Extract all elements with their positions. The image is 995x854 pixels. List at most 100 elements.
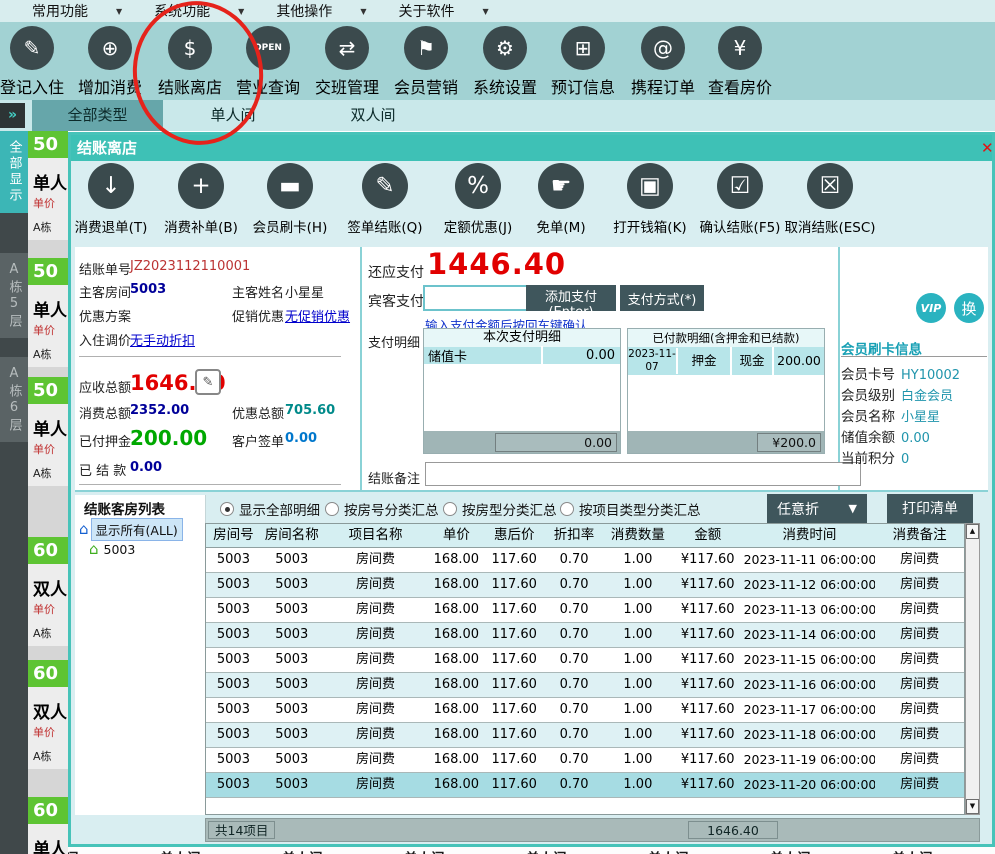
- table-row[interactable]: 50035003房间费168.00117.600.701.00¥117.6020…: [206, 673, 964, 698]
- dialog-toolbar-button-8[interactable]: ☒取消结账(ESC): [775, 163, 885, 236]
- room-list-title: 结账客房列表: [84, 498, 165, 518]
- toolbar-item-2[interactable]: $结账离店: [151, 26, 229, 98]
- table-cell: 5003: [261, 698, 323, 722]
- table-header-cell[interactable]: 惠后价: [484, 524, 544, 547]
- room-card-5[interactable]: 60单人间: [28, 797, 68, 854]
- table-cell: 0.70: [544, 773, 604, 797]
- table-cell: 5003: [261, 673, 323, 697]
- table-cell: 2023-11-12 06:00:00: [744, 573, 876, 597]
- edit-receivable-icon[interactable]: ✎: [195, 369, 221, 395]
- table-row[interactable]: 50035003房间费168.00117.600.701.00¥117.6020…: [206, 748, 964, 773]
- toolbar-item-9[interactable]: ¥查看房价: [701, 26, 779, 98]
- filter-radio-0[interactable]: 显示全部明细: [220, 499, 320, 519]
- room-list-item-room[interactable]: ⌂ 5003: [89, 542, 135, 557]
- room-card-2[interactable]: 50单人单价A栋: [28, 377, 68, 486]
- remark-label: 结账备注: [368, 468, 420, 487]
- table-row[interactable]: 50035003房间费168.00117.600.701.00¥117.6020…: [206, 573, 964, 598]
- room-card-4[interactable]: 60双人单价A栋: [28, 660, 68, 769]
- table-cell: ¥117.60: [672, 548, 744, 572]
- table-cell: 117.60: [484, 773, 544, 797]
- table-header-cell[interactable]: 消费数量: [604, 524, 672, 547]
- close-icon[interactable]: ✕: [981, 135, 994, 161]
- filter-radio-2[interactable]: 按房型分类汇总: [443, 499, 557, 519]
- sidebar-expand-button[interactable]: »: [0, 103, 25, 128]
- radio-icon: [443, 502, 457, 516]
- table-cell: 5003: [261, 748, 323, 772]
- member-row-label: 会员级别: [841, 388, 895, 404]
- filter-radio-3[interactable]: 按项目类型分类汇总: [560, 499, 701, 519]
- background-room-tile-label: 单人间: [892, 847, 933, 854]
- add-payment-button[interactable]: 添加支付(Enter): [526, 285, 616, 311]
- scroll-up-icon[interactable]: ▲: [966, 524, 979, 539]
- toolbar-item-0[interactable]: ✎登记入住: [0, 26, 71, 98]
- paid-method: 现金: [732, 347, 774, 375]
- consume-total-value: 2352.00: [130, 403, 189, 418]
- tab-1[interactable]: 单人间: [163, 100, 303, 131]
- deposit-value: 200.00: [130, 426, 207, 450]
- table-scrollbar[interactable]: ▲ ▼: [965, 523, 980, 815]
- promo-link[interactable]: 无促销优惠: [285, 306, 350, 325]
- guest-pay-input[interactable]: [423, 285, 529, 311]
- swap-member-badge[interactable]: 换: [954, 293, 984, 323]
- sidebar-item-2[interactable]: A栋6层: [0, 357, 28, 442]
- table-cell: 168.00: [428, 648, 484, 672]
- menu-item-1[interactable]: 系统功能▼: [154, 1, 244, 21]
- table-cell: 2023-11-16 06:00:00: [744, 673, 876, 697]
- toolbar-item-6[interactable]: ⚙系统设置: [466, 26, 544, 98]
- tab-0[interactable]: 全部类型: [32, 100, 163, 131]
- dialog-toolbar-button-2[interactable]: ▬会员刷卡(H): [235, 163, 345, 236]
- current-payment-row[interactable]: 储值卡 0.00: [424, 347, 620, 364]
- toolbar-item-5[interactable]: ⚑会员营销: [387, 26, 465, 98]
- price-adjust-link[interactable]: 无手动折扣: [130, 330, 195, 349]
- table-header-cell[interactable]: 房间名称: [261, 524, 323, 547]
- table-header-cell[interactable]: 消费备注: [875, 524, 964, 547]
- filter-radio-1[interactable]: 按房号分类汇总: [325, 499, 439, 519]
- table-row[interactable]: 50035003房间费168.00117.600.701.00¥117.6020…: [206, 548, 964, 573]
- table-cell: 1.00: [604, 598, 672, 622]
- print-list-button[interactable]: 打印清单: [887, 494, 973, 523]
- table-cell: 房间费: [875, 673, 964, 697]
- toolbar-item-8[interactable]: @携程订单: [624, 26, 702, 98]
- table-header-cell[interactable]: 项目名称: [323, 524, 429, 547]
- member-row-label: 储值余额: [841, 430, 895, 446]
- table-row[interactable]: 50035003房间费168.00117.600.701.00¥117.6020…: [206, 648, 964, 673]
- checkout-dialog: 结账离店 ✕ ↓消费退单(T)+消费补单(B)▬会员刷卡(H)✎签单结账(Q)%…: [68, 132, 995, 847]
- tab-2[interactable]: 双人间: [303, 100, 443, 131]
- scroll-down-icon[interactable]: ▼: [966, 799, 979, 814]
- menu-item-0[interactable]: 常用功能▼: [32, 1, 122, 21]
- checkout-remark-input[interactable]: [425, 462, 861, 486]
- table-header-cell[interactable]: 折扣率: [544, 524, 604, 547]
- table-header-cell[interactable]: 消费时间: [744, 524, 876, 547]
- menu-item-2[interactable]: 其他操作▼: [276, 1, 366, 21]
- table-row[interactable]: 50035003房间费168.00117.600.701.00¥117.6020…: [206, 773, 964, 798]
- cash-drawer-icon: ▣: [627, 163, 673, 209]
- room-list-room-label: 5003: [104, 542, 136, 557]
- paid-detail-row[interactable]: 2023-11-07 押金 现金 200.00: [628, 347, 824, 375]
- table-row[interactable]: 50035003房间费168.00117.600.701.00¥117.6020…: [206, 723, 964, 748]
- room-card-1[interactable]: 50单人单价A栋: [28, 258, 68, 367]
- vip-badge[interactable]: VIP: [916, 293, 946, 323]
- room-list-item-all[interactable]: ⌂ 显示所有(ALL): [79, 518, 183, 541]
- toolbar-item-4[interactable]: ⇄交班管理: [308, 26, 386, 98]
- table-header-cell[interactable]: 房间号: [206, 524, 261, 547]
- table-cell: 5003: [261, 773, 323, 797]
- room-card-3[interactable]: 60双人单价A栋: [28, 537, 68, 646]
- panel-empty-area: [628, 375, 824, 431]
- sidebar-item-1[interactable]: A栋5层: [0, 253, 28, 338]
- room-card-building: A栋: [33, 625, 52, 641]
- toolbar-item-1[interactable]: ⊕增加消费: [71, 26, 149, 98]
- sidebar-item-0[interactable]: 全部显示: [0, 131, 28, 213]
- payment-method-button[interactable]: 支付方式(*): [620, 285, 704, 311]
- table-header-cell[interactable]: 单价: [428, 524, 484, 547]
- table-row[interactable]: 50035003房间费168.00117.600.701.00¥117.6020…: [206, 623, 964, 648]
- menu-item-3[interactable]: 关于软件▼: [398, 1, 488, 21]
- toolbar-item-3[interactable]: OPEN营业查询: [229, 26, 307, 98]
- toolbar-item-7[interactable]: ⊞预订信息: [544, 26, 622, 98]
- discount-dropdown[interactable]: 任意折 ▼: [767, 494, 867, 523]
- table-cell: 房间费: [323, 548, 429, 572]
- refund-order-icon: ↓: [88, 163, 134, 209]
- table-row[interactable]: 50035003房间费168.00117.600.701.00¥117.6020…: [206, 598, 964, 623]
- table-row[interactable]: 50035003房间费168.00117.600.701.00¥117.6020…: [206, 698, 964, 723]
- table-header-cell[interactable]: 金额: [672, 524, 744, 547]
- table-cell: 5003: [261, 723, 323, 747]
